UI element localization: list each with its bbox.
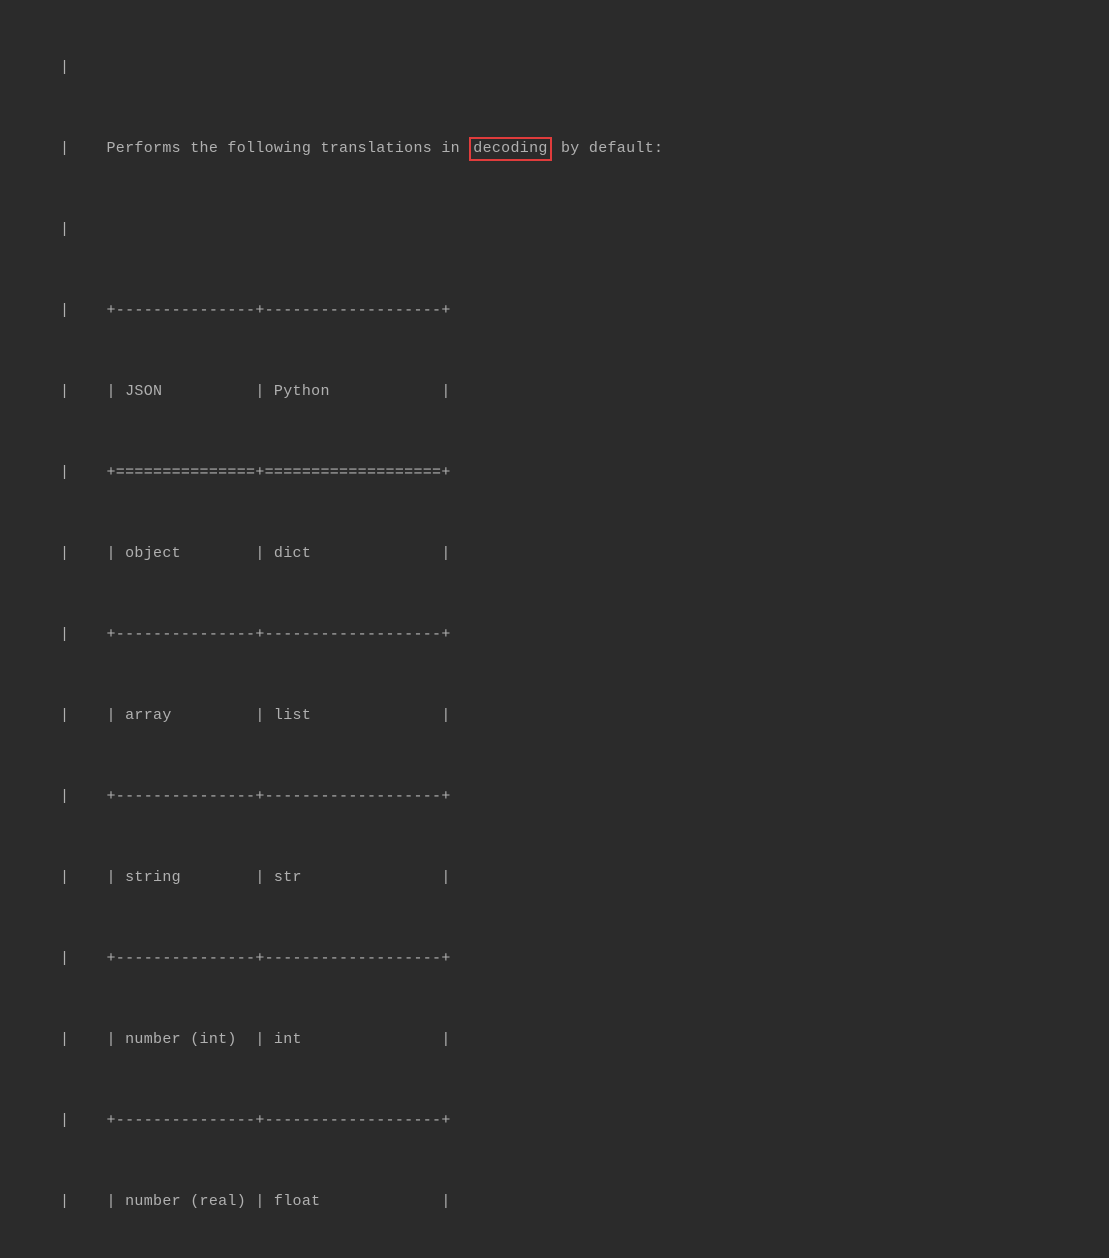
doc-line-intro: | Performs the following translations in… [0,135,1109,162]
doc-line: | | array | list | [0,702,1109,729]
doc-line: | +---------------+-------------------+ [0,621,1109,648]
doc-line: | +---------------+-------------------+ [0,945,1109,972]
doc-line: | [0,54,1109,81]
code-editor[interactable]: | | Performs the following translations … [0,0,1109,1258]
intro-prefix: | Performs the following translations in [60,140,469,157]
doc-line: | +---------------+-------------------+ [0,1107,1109,1134]
doc-line: | +---------------+-------------------+ [0,783,1109,810]
search-highlight: decoding [469,137,551,161]
intro-suffix: by default: [552,140,664,157]
doc-line: | | string | str | [0,864,1109,891]
doc-line: | [0,216,1109,243]
doc-line: | | number (real) | float | [0,1188,1109,1215]
doc-line: | +---------------+-------------------+ [0,297,1109,324]
doc-line: | | JSON | Python | [0,378,1109,405]
doc-line: | +===============+===================+ [0,459,1109,486]
doc-line: | | object | dict | [0,540,1109,567]
doc-line: | | number (int) | int | [0,1026,1109,1053]
